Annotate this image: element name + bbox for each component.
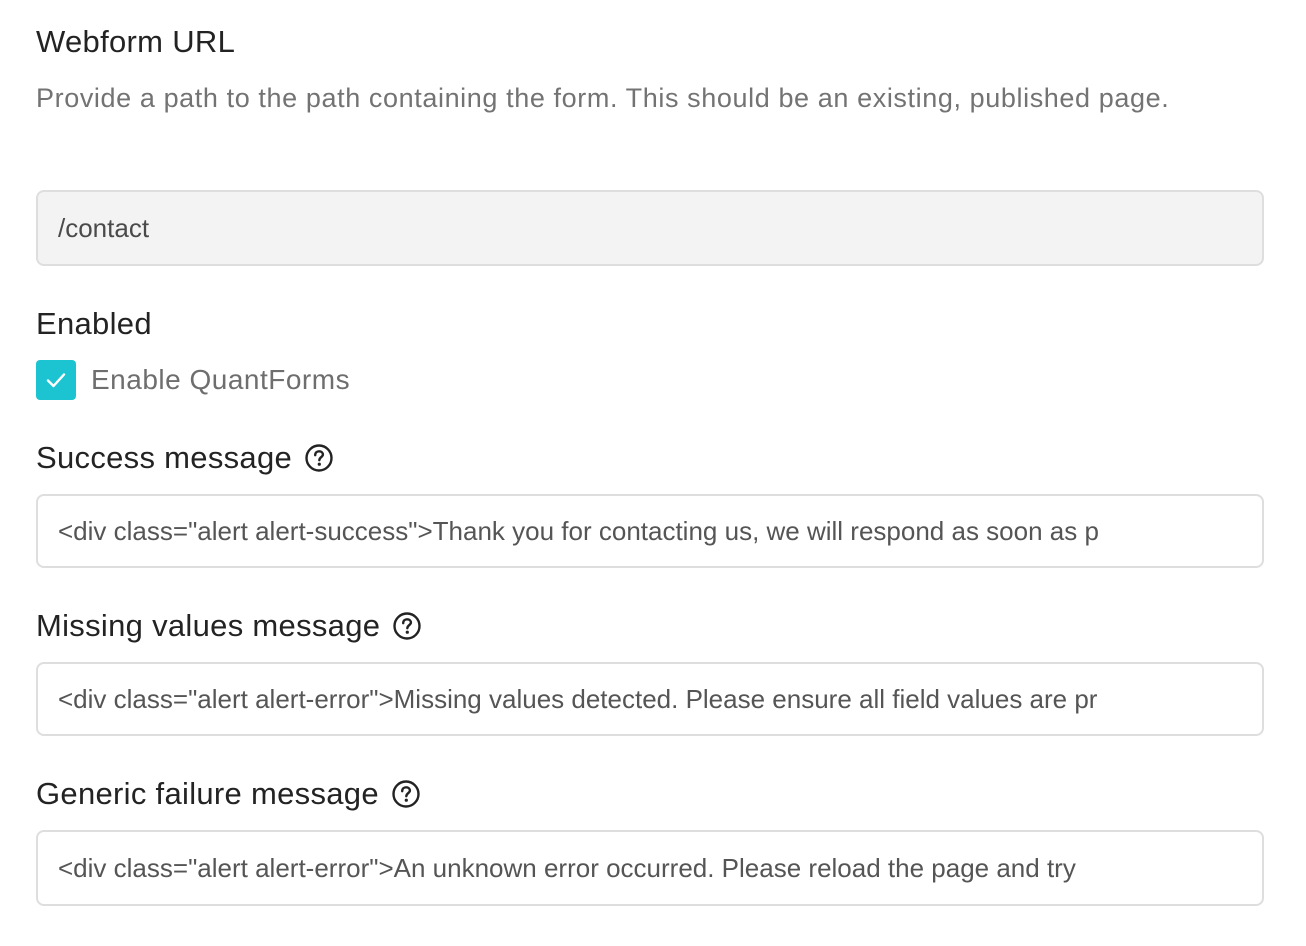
success-message-help-icon[interactable] bbox=[304, 443, 334, 473]
checkmark-icon bbox=[46, 373, 66, 388]
success-message-title: Success message bbox=[36, 440, 334, 476]
missing-values-message-help-icon[interactable] bbox=[392, 611, 422, 641]
enable-quantforms-label[interactable]: Enable QuantForms bbox=[91, 364, 350, 396]
webform-url-value: /contact bbox=[58, 212, 150, 243]
success-message-input[interactable]: <div class="alert alert-success">Thank y… bbox=[36, 494, 1264, 568]
webform-url-input[interactable]: /contact bbox=[36, 190, 1264, 266]
missing-values-message-title-text: Missing values message bbox=[36, 608, 381, 643]
generic-failure-message-title-text: Generic failure message bbox=[36, 776, 379, 811]
enabled-title-text: Enabled bbox=[36, 306, 152, 341]
enabled-title: Enabled bbox=[36, 306, 152, 342]
success-message-value: <div class="alert alert-success">Thank y… bbox=[58, 515, 1099, 546]
webform-url-description: Provide a path to the path containing th… bbox=[36, 83, 1170, 113]
generic-failure-message-input[interactable]: <div class="alert alert-error">An unknow… bbox=[36, 830, 1264, 906]
generic-failure-message-help-icon[interactable] bbox=[391, 779, 421, 809]
question-circle-icon bbox=[392, 780, 420, 808]
success-message-title-text: Success message bbox=[36, 440, 293, 475]
question-circle-icon bbox=[305, 444, 333, 472]
missing-values-message-value: <div class="alert alert-error">Missing v… bbox=[58, 683, 1098, 714]
webform-url-title: Webform URL bbox=[36, 24, 235, 60]
generic-failure-message-value: <div class="alert alert-error">An unknow… bbox=[58, 852, 1076, 883]
enable-quantforms-checkbox[interactable] bbox=[36, 360, 76, 400]
missing-values-message-input[interactable]: <div class="alert alert-error">Missing v… bbox=[36, 662, 1264, 736]
webform-url-title-text: Webform URL bbox=[36, 24, 236, 59]
question-circle-icon bbox=[393, 612, 422, 640]
missing-values-message-title: Missing values message bbox=[36, 608, 422, 644]
generic-failure-message-title: Generic failure message bbox=[36, 776, 421, 812]
enable-quantforms-row: Enable QuantForms bbox=[36, 360, 350, 400]
